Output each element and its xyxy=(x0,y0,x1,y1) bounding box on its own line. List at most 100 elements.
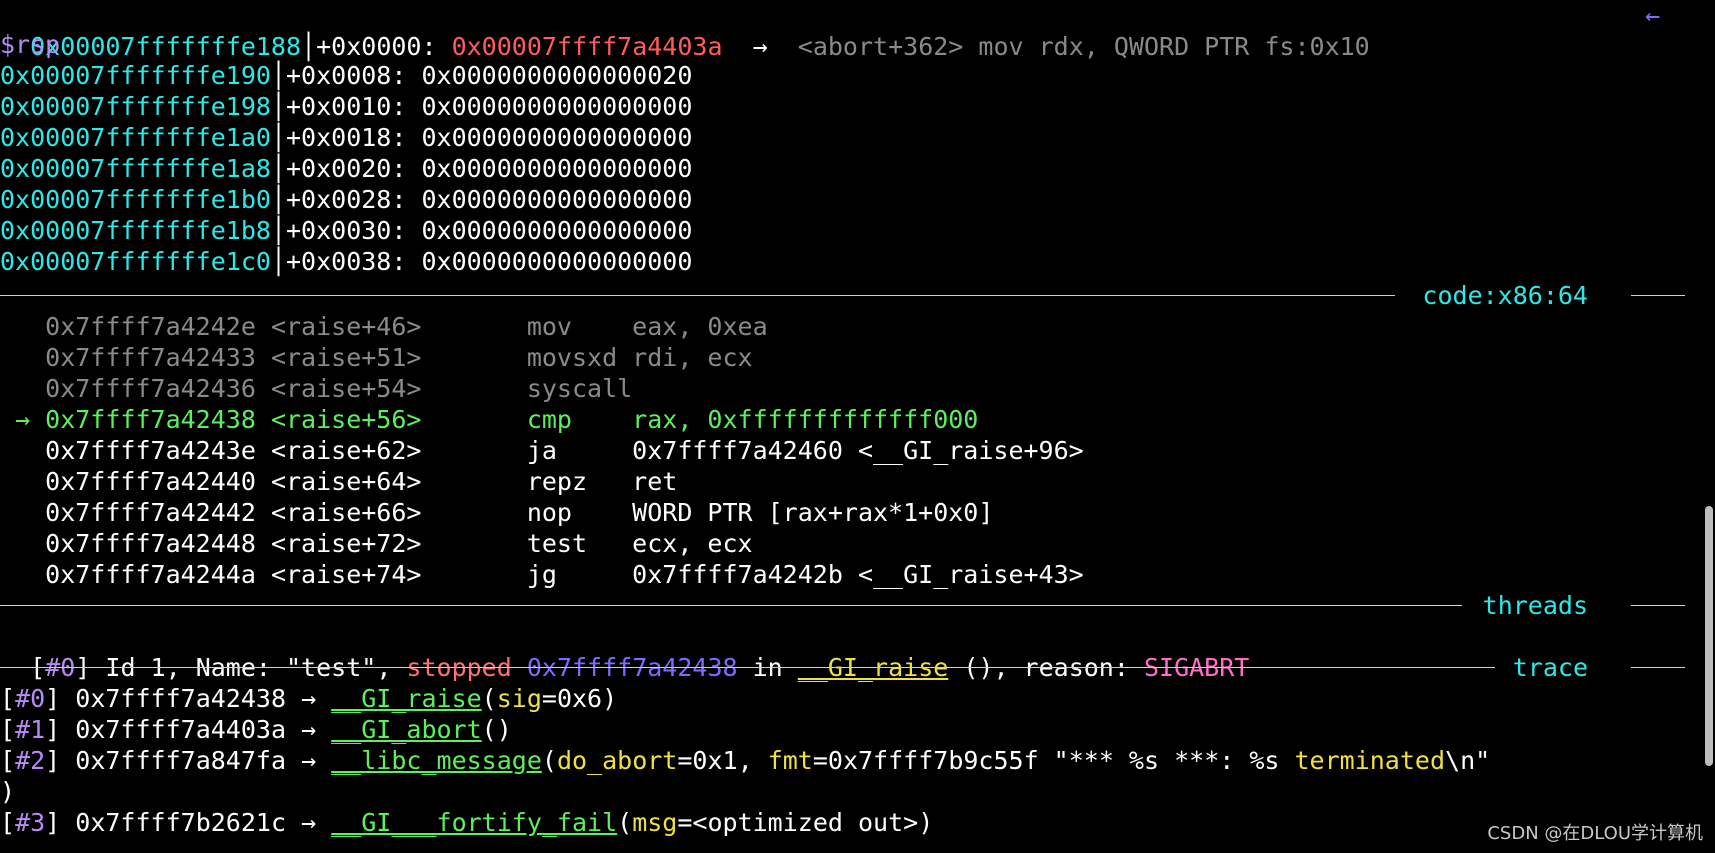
code-row: 0x7ffff7a42442 <raise+66> nop WORD PTR [… xyxy=(0,497,993,528)
stack-address: 0x00007fffffffe190 xyxy=(0,61,271,90)
arg-equals: = xyxy=(677,746,693,775)
instruction-address: 0x7ffff7a42440 xyxy=(45,467,271,496)
stack-offset: +0x0008: xyxy=(286,61,422,90)
bracket: ] xyxy=(45,684,76,713)
wrapped-paren: ) xyxy=(0,777,16,806)
stack-row: 0x00007fffffffe1c0│+0x0038: 0x0000000000… xyxy=(0,246,692,277)
frame-address: 0x7ffff7a847fa xyxy=(75,746,286,775)
scrollbar[interactable] xyxy=(1701,0,1715,853)
instruction-marker xyxy=(0,312,45,341)
stack-address: 0x00007fffffffe1b0 xyxy=(0,185,271,214)
instruction-marker xyxy=(0,498,45,527)
arg-name: msg xyxy=(632,808,678,837)
instruction-operands: WORD PTR [rax+rax*1+0x0] xyxy=(632,498,994,527)
stack-offset: +0x0028: xyxy=(286,185,422,214)
separator-rule xyxy=(0,295,1395,296)
instruction-marker xyxy=(0,436,45,465)
trace-frame: [#2] 0x7ffff7a847fa → __libc_message(do_… xyxy=(0,745,1490,776)
frame-arrow: → xyxy=(286,746,332,775)
instruction-operands: 0x7ffff7a42460 <__GI_raise+96> xyxy=(632,436,1084,465)
frame-address: 0x7ffff7a4403a xyxy=(75,715,286,744)
arg-equals: = xyxy=(677,808,693,837)
register-label: $rsp xyxy=(0,30,61,59)
instruction-mnemonic: test xyxy=(526,529,633,558)
back-arrow: ← xyxy=(1645,1,1661,30)
instruction-symbol: <raise+51> xyxy=(270,343,527,372)
instruction-marker xyxy=(0,343,45,372)
watermark: CSDN @在DLOU学计算机 xyxy=(1487,823,1703,844)
stack-offset: +0x0030: xyxy=(286,216,422,245)
arg-value: 0x6 xyxy=(556,684,603,713)
stack-offset: +0x0020: xyxy=(286,154,422,183)
bracket: [ xyxy=(0,746,16,775)
instruction-marker xyxy=(0,560,45,589)
instruction-address: 0x7ffff7a4242e xyxy=(45,312,271,341)
instruction-symbol: <raise+74> xyxy=(270,560,527,589)
stack-address: 0x00007fffffffe188 xyxy=(30,32,302,61)
column-divider: │ xyxy=(270,247,286,276)
paren: ( xyxy=(481,715,497,744)
stack-value: 0x0000000000000000 xyxy=(421,92,693,121)
separator-rule xyxy=(1631,605,1685,606)
instruction-symbol: <raise+54> xyxy=(270,374,527,403)
stack-address: 0x00007fffffffe1c0 xyxy=(0,247,271,276)
bracket: ] xyxy=(45,808,76,837)
section-header-trace: trace xyxy=(0,652,1685,683)
arg-value: 0x7ffff7b9c55f "*** %s ***: %s xyxy=(827,746,1295,775)
arg-separator: , xyxy=(737,746,768,775)
frame-arrow: → xyxy=(286,808,332,837)
section-title-code: code:x86:64 xyxy=(1422,281,1588,310)
stack-offset: +0x0000: xyxy=(316,32,452,61)
arg-equals: = xyxy=(541,684,557,713)
instruction-address: 0x7ffff7a42438 xyxy=(45,405,271,434)
instruction-operands: rax, 0xfffffffffffff000 xyxy=(632,405,979,434)
instruction-mnemonic: nop xyxy=(526,498,633,527)
stack-value: 0x0000000000000000 xyxy=(421,247,693,276)
column-divider: │ xyxy=(270,92,286,121)
stack-row: 0x00007fffffffe1b0│+0x0028: 0x0000000000… xyxy=(0,184,692,215)
code-row: 0x7ffff7a42440 <raise+64> repz ret xyxy=(0,466,677,497)
arg-value: 0x1 xyxy=(692,746,738,775)
stack-value: 0x0000000000000020 xyxy=(421,61,693,90)
instruction-symbol: <raise+46> xyxy=(270,312,527,341)
frame-arrow: → xyxy=(286,684,332,713)
arg-string-highlight: terminated xyxy=(1294,746,1446,775)
deref-arrow: → xyxy=(722,32,798,61)
stack-row: 0x00007fffffffe1b8│+0x0030: 0x0000000000… xyxy=(0,215,692,246)
trace-frame: [#3] 0x7ffff7b2621c → __GI___fortify_fai… xyxy=(0,807,933,838)
stack-offset: +0x0010: xyxy=(286,92,422,121)
stack-value: 0x0000000000000000 xyxy=(421,154,693,183)
frame-arrow: → xyxy=(286,715,332,744)
instruction-marker xyxy=(0,374,45,403)
paren: ( xyxy=(541,746,557,775)
stack-value: 0x0000000000000000 xyxy=(421,123,693,152)
frame-function: __GI_raise xyxy=(331,684,482,713)
frame-function: __libc_message xyxy=(331,746,542,775)
frame-id: #2 xyxy=(15,746,46,775)
paren: ) xyxy=(496,715,512,744)
instruction-mnemonic: ja xyxy=(526,436,633,465)
paren: ( xyxy=(481,684,497,713)
frame-function: __GI_abort xyxy=(331,715,482,744)
stack-address: 0x00007fffffffe1a8 xyxy=(0,154,271,183)
instruction-address: 0x7ffff7a4244a xyxy=(45,560,271,589)
instruction-mnemonic: syscall xyxy=(526,374,633,403)
stack-offset: +0x0018: xyxy=(286,123,422,152)
column-divider: │ xyxy=(270,216,286,245)
stack-annotation: <abort+362> mov rdx, QWORD PTR fs:0x10 xyxy=(797,32,1370,61)
frame-id: #1 xyxy=(15,715,46,744)
separator-rule xyxy=(0,667,1495,668)
frame-function: __GI___fortify_fail xyxy=(331,808,618,837)
separator-rule xyxy=(1631,295,1685,296)
paren: ) xyxy=(918,808,934,837)
scrollbar-thumb[interactable] xyxy=(1705,506,1713,766)
column-divider: │ xyxy=(301,32,317,61)
instruction-symbol: <raise+64> xyxy=(270,467,527,496)
frame-id: #3 xyxy=(15,808,46,837)
column-divider: │ xyxy=(270,185,286,214)
instruction-address: 0x7ffff7a4243e xyxy=(45,436,271,465)
stack-row: 0x00007fffffffe190│+0x0008: 0x0000000000… xyxy=(0,60,692,91)
stack-offset: +0x0038: xyxy=(286,247,422,276)
separator-rule xyxy=(0,605,1462,606)
instruction-symbol: <raise+62> xyxy=(270,436,527,465)
